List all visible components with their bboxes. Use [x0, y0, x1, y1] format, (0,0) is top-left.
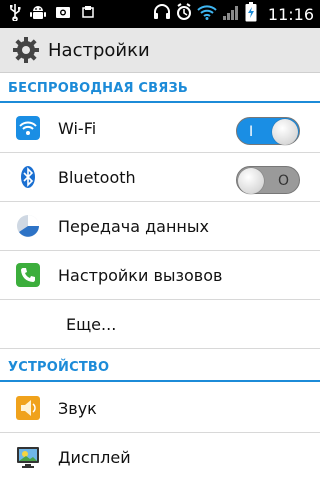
section-divider	[0, 101, 320, 103]
bluetooth-label: Bluetooth	[58, 167, 136, 187]
sound-icon	[16, 396, 40, 420]
section-header-wireless: БЕСПРОВОДНАЯ СВЯЗЬ	[0, 73, 320, 103]
headset-icon	[153, 3, 171, 25]
section-divider	[0, 380, 320, 382]
settings-row-sound[interactable]: Звук	[0, 384, 320, 433]
status-bar: 11:16	[0, 0, 320, 28]
sync-icon	[80, 4, 96, 24]
bluetooth-icon	[16, 165, 40, 189]
display-label: Дисплей	[58, 447, 131, 467]
settings-row-display[interactable]: Дисплей	[0, 433, 320, 481]
sound-label: Звук	[58, 398, 97, 418]
wifi-label: Wi-Fi	[58, 118, 97, 138]
bluetooth-toggle-mark: O	[277, 173, 289, 189]
wifi-toggle[interactable]: I	[236, 117, 300, 145]
section-title-wireless: БЕСПРОВОДНАЯ СВЯЗЬ	[8, 80, 189, 96]
signal-icon	[222, 3, 240, 25]
usb-icon	[9, 3, 21, 25]
phone-icon	[16, 263, 40, 287]
android-debug-icon	[30, 3, 46, 25]
alarm-icon	[176, 3, 192, 25]
wifi-toggle-mark: I	[249, 124, 254, 140]
settings-row-call-settings[interactable]: Настройки вызовов	[0, 251, 320, 300]
data-usage-label: Передача данных	[58, 216, 209, 236]
settings-row-more[interactable]: Еще...	[0, 300, 320, 349]
settings-gear-icon[interactable]	[12, 36, 40, 64]
status-time: 11:16	[267, 4, 314, 24]
section-title-device: УСТРОЙСТВО	[8, 359, 110, 375]
page-title: Настройки	[48, 39, 150, 61]
settings-row-data-usage[interactable]: Передача данных	[0, 202, 320, 251]
status-bar-right-icons: 11:16	[153, 0, 320, 28]
display-icon	[16, 445, 40, 469]
screenshot-icon	[55, 4, 71, 24]
action-bar: Настройки	[0, 28, 320, 73]
wifi-icon	[197, 4, 217, 24]
section-header-device: УСТРОЙСТВО	[0, 352, 320, 382]
status-bar-left-icons	[0, 0, 96, 28]
bluetooth-toggle[interactable]: O	[236, 166, 300, 194]
settings-row-wifi[interactable]: Wi-Fi I	[0, 104, 320, 153]
more-label: Еще...	[66, 314, 117, 334]
data-usage-icon	[16, 214, 40, 238]
wifi-settings-icon	[16, 116, 40, 140]
wifi-toggle-knob	[272, 119, 298, 145]
call-settings-label: Настройки вызовов	[58, 265, 223, 285]
battery-charging-icon	[245, 2, 257, 26]
settings-row-bluetooth[interactable]: Bluetooth O	[0, 153, 320, 202]
bluetooth-toggle-knob	[238, 168, 264, 194]
